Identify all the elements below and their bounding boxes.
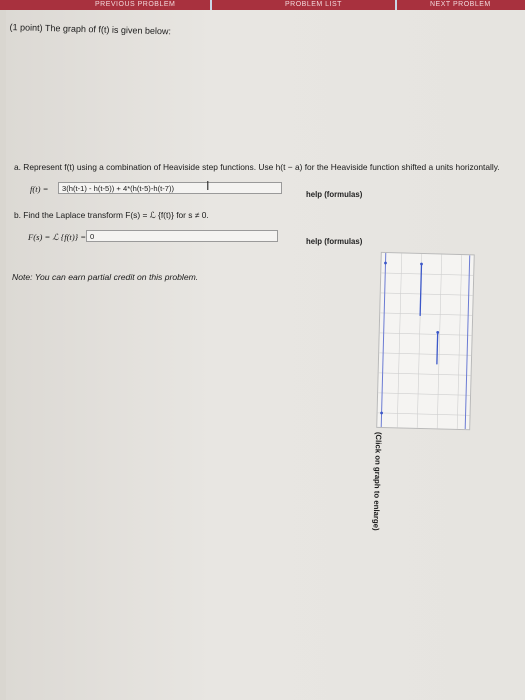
part-a-lhs: f(t) = [30, 184, 49, 194]
problem-page: (1 point) The graph of f(t) is given bel… [6, 10, 525, 700]
part-b-instructions: b. Find the Laplace transform F(s) = ℒ {… [14, 210, 209, 220]
graph-caption[interactable]: (Click on graph to enlarge) [371, 432, 383, 531]
graph-segment [419, 263, 423, 316]
problem-nav-bar: PREVIOUS PROBLEM PROBLEM LIST NEXT PROBL… [0, 0, 525, 10]
graph-point [380, 411, 383, 415]
previous-problem-button[interactable]: PREVIOUS PROBLEM [95, 0, 175, 9]
function-graph[interactable] [376, 251, 475, 431]
part-a-instructions: a. Represent f(t) using a combination of… [14, 162, 500, 172]
graph-point [384, 261, 387, 265]
problem-intro: (1 point) The graph of f(t) is given bel… [9, 22, 172, 37]
graph-grid [377, 253, 474, 429]
part-b-answer-input[interactable]: 0 [86, 230, 278, 242]
graph-point [436, 331, 440, 334]
nav-divider [395, 0, 397, 10]
text-cursor-icon: Ⅰ [206, 179, 210, 193]
partial-credit-note: Note: You can earn partial credit on thi… [12, 272, 199, 282]
part-a-help-link[interactable]: help (formulas) [306, 190, 362, 199]
part-b-help-link[interactable]: help (formulas) [306, 237, 362, 246]
function-graph-svg [377, 253, 474, 430]
problem-content: (1 point) The graph of f(t) is given bel… [0, 10, 525, 531]
problem-list-button[interactable]: PROBLEM LIST [285, 0, 355, 9]
graph-segment [436, 332, 439, 365]
graph-axis-line [464, 255, 471, 430]
part-a-answer-input[interactable]: 3(h(t-1) - h(t-5)) + 4*(h(t-5)-h(t-7)) [58, 182, 282, 194]
part-b-lhs: F(s) = ℒ {f(t)} = [28, 232, 87, 242]
graph-axis-line [380, 253, 387, 427]
graph-point [420, 262, 423, 266]
nav-divider [210, 0, 212, 10]
next-problem-button[interactable]: NEXT PROBLEM [430, 0, 510, 9]
